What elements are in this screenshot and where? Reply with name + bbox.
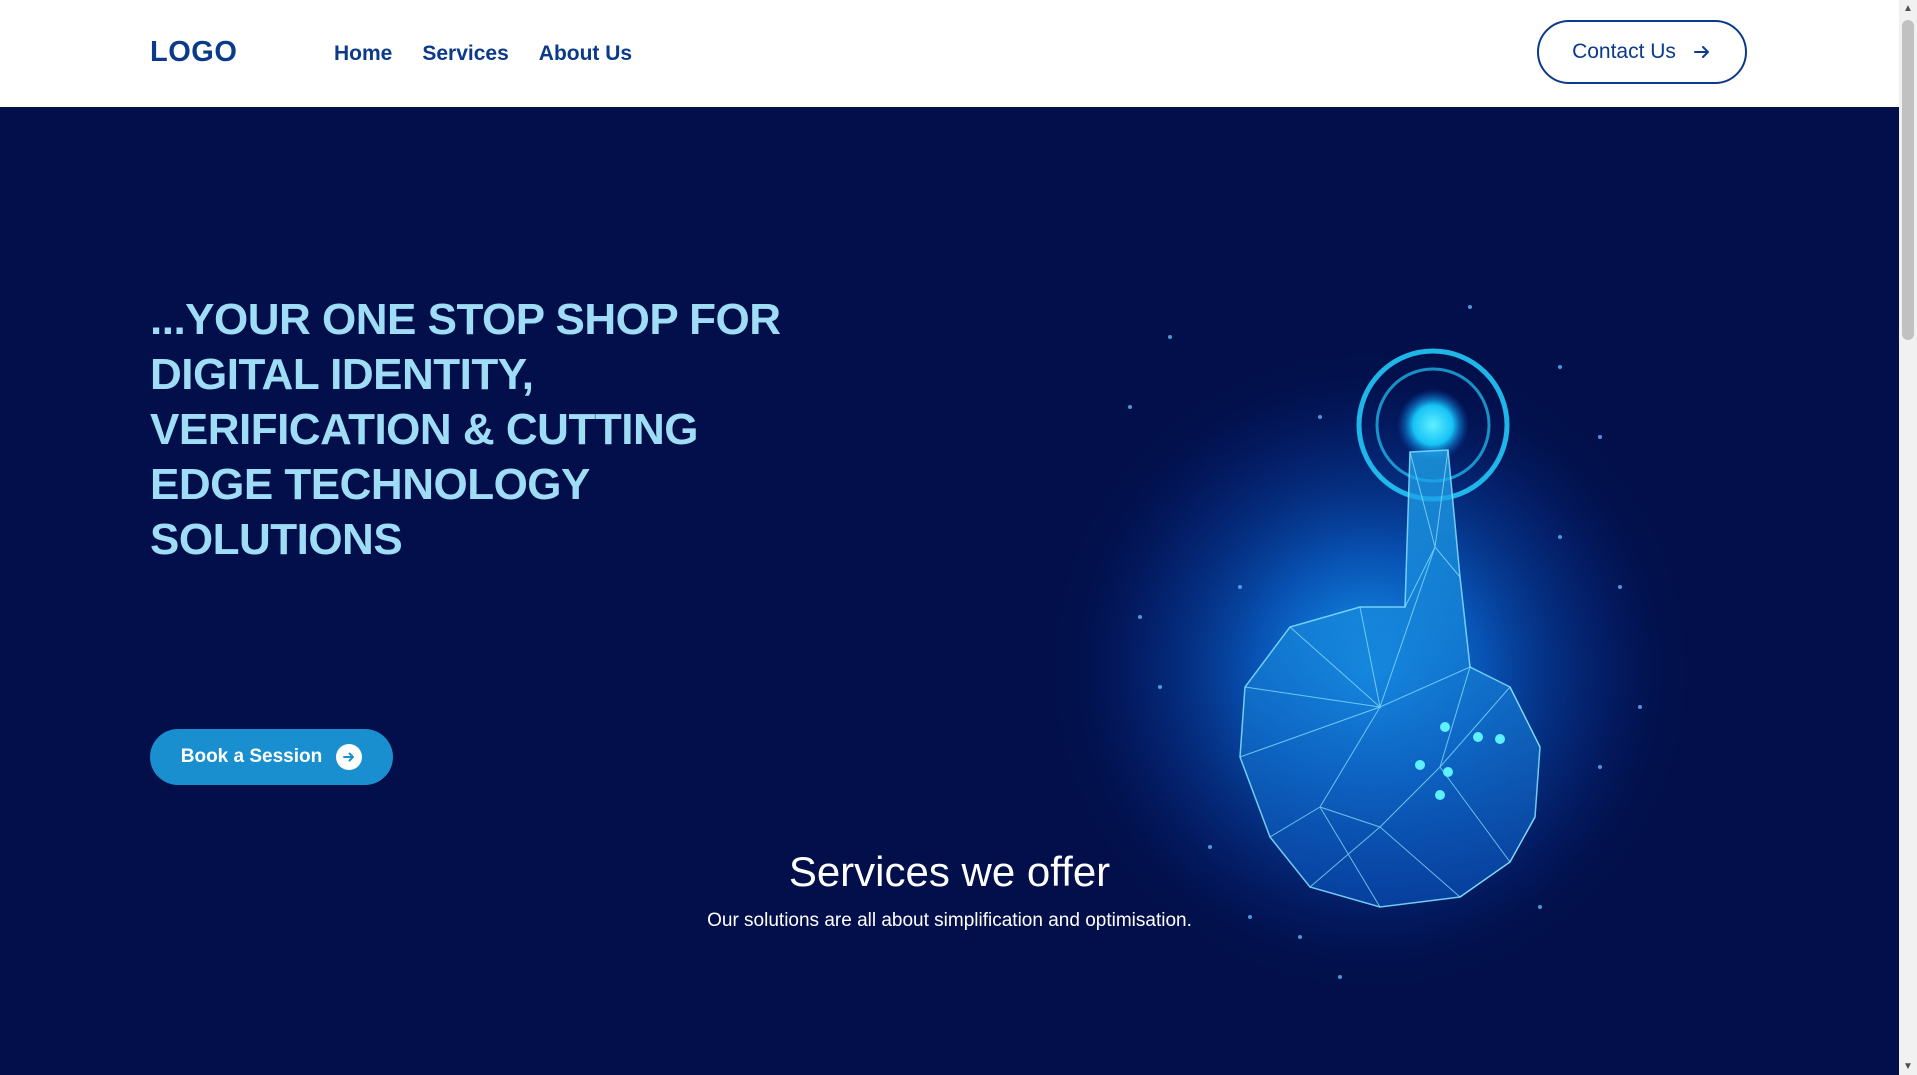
book-session-label: Book a Session xyxy=(180,746,323,767)
logo[interactable]: LOGO xyxy=(150,36,237,69)
book-session-button[interactable]: Book a Session xyxy=(150,729,393,785)
services-title: Services we offer xyxy=(788,848,1111,895)
hero-section: ...YOUR ONE STOP SHOP FOR DIGITAL IDENTI… xyxy=(0,107,1899,1075)
contact-us-label: Contact Us xyxy=(1572,40,1676,63)
nav-home[interactable]: Home xyxy=(334,42,392,66)
main-nav: Home Services About Us xyxy=(334,42,632,66)
scroll-thumb[interactable] xyxy=(1902,20,1914,340)
arrow-circle-icon xyxy=(336,744,363,770)
scrollbar[interactable]: ▲ ▼ xyxy=(1899,0,1917,1075)
arrow-right-icon xyxy=(1693,46,1709,58)
services-subtitle: Our solutions are all about simplificati… xyxy=(707,910,1192,931)
site-header: LOGO Home Services About Us Contact Us xyxy=(0,0,1899,107)
contact-us-button[interactable]: Contact Us xyxy=(1537,20,1747,84)
scroll-down-icon[interactable]: ▼ xyxy=(1899,1058,1917,1075)
nav-about-us[interactable]: About Us xyxy=(539,42,632,66)
scroll-up-icon[interactable]: ▲ xyxy=(1899,0,1917,17)
nav-services[interactable]: Services xyxy=(422,42,508,66)
hero-headline: ...YOUR ONE STOP SHOP FOR DIGITAL IDENTI… xyxy=(150,295,781,564)
